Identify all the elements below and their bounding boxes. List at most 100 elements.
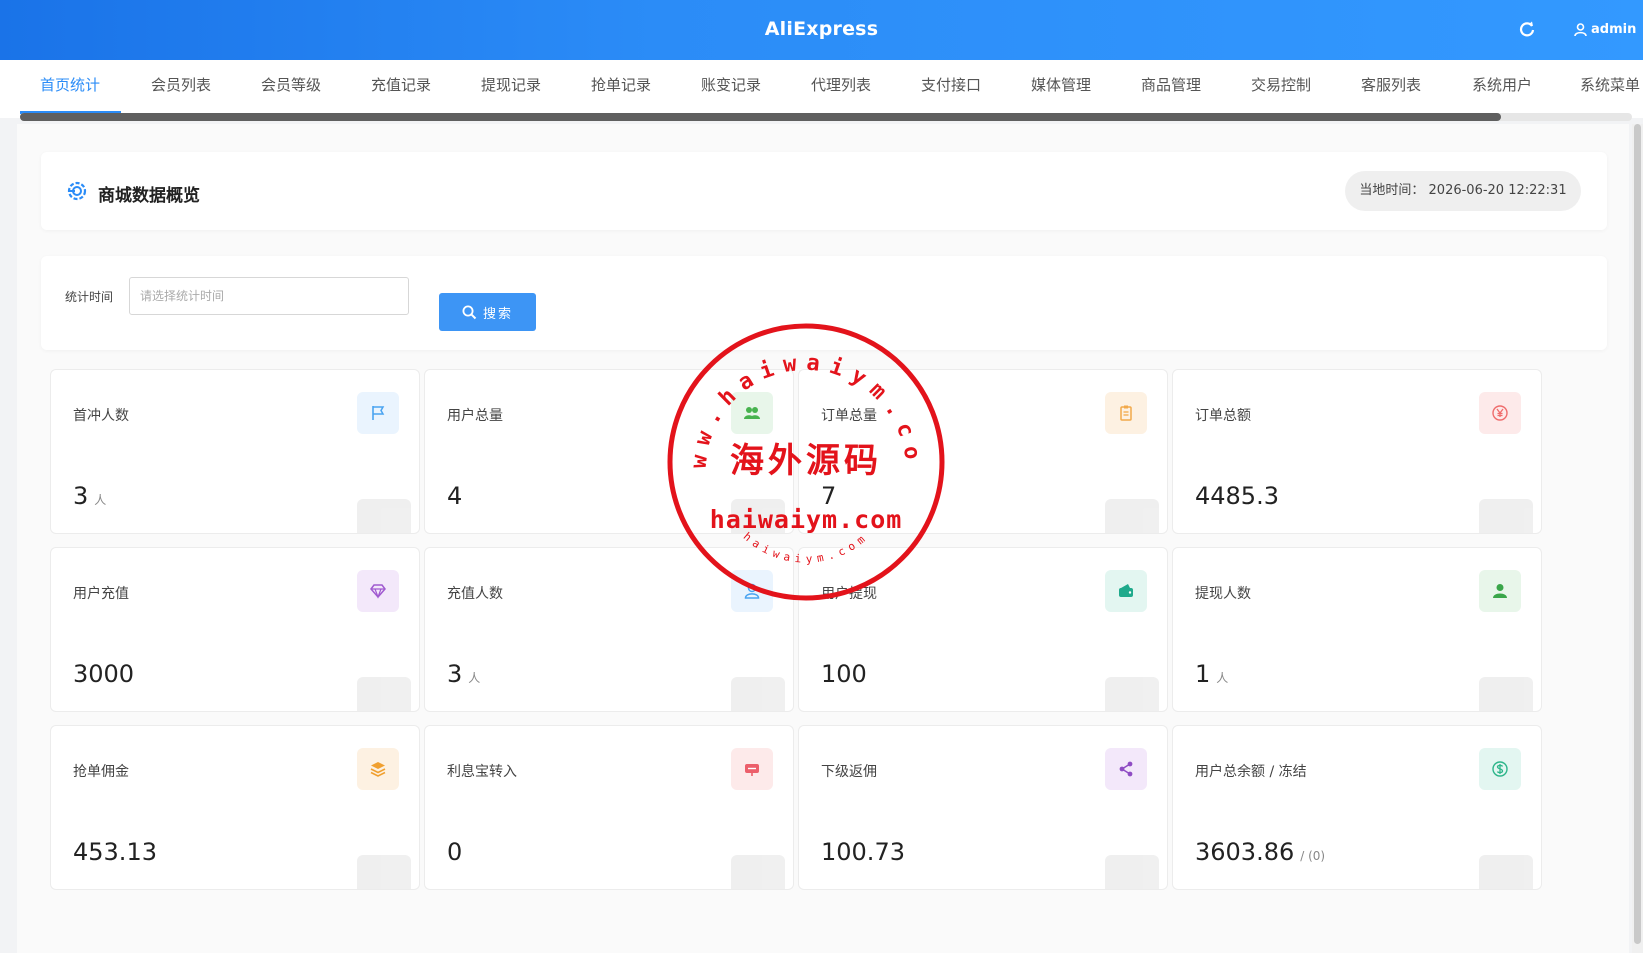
tab-7[interactable]: 账变记录 [701, 74, 761, 95]
stat-card: 提现人数 1 人 [1172, 547, 1542, 712]
layers-icon [357, 748, 399, 790]
stat-time-input[interactable] [129, 277, 409, 315]
stat-card-value: 4485.3 [1195, 482, 1279, 510]
stat-card-value-wrap: 3人 [447, 660, 480, 688]
stat-card-label: 用户充值 [73, 586, 129, 602]
transfer-icon [731, 748, 773, 790]
stamp-small-text: haiwaiym.com [741, 530, 867, 566]
tab-12[interactable]: 交易控制 [1251, 74, 1311, 95]
stat-card-value: 0 [447, 838, 463, 866]
card-ghost-icon [731, 855, 785, 889]
stat-card-value: 3 [447, 660, 463, 688]
stamp-chinese: 海外源码 [730, 441, 882, 481]
stat-card-label: 首冲人数 [73, 408, 129, 424]
person-icon [1479, 570, 1521, 612]
tabs-scrollbar[interactable] [20, 113, 1632, 121]
stat-card-value: 453.13 [73, 838, 157, 866]
stat-card-value: 3000 [73, 660, 135, 688]
stat-card-label: 用户总量 [447, 408, 503, 424]
refresh-icon[interactable] [1517, 20, 1537, 40]
vertical-scrollbar[interactable] [1632, 124, 1643, 953]
overview-panel: 商城数据概览 当地时间： 2026-06-20 12:22:31 [41, 152, 1607, 230]
card-ghost-icon [357, 677, 411, 711]
tabs-scrollbar-thumb[interactable] [20, 113, 1501, 121]
card-ghost-icon [731, 677, 785, 711]
card-ghost-icon [1105, 855, 1159, 889]
stat-card: 订单总额 4485.3 [1172, 369, 1542, 534]
stat-card: 首冲人数 3 人 [50, 369, 420, 534]
stat-card-label: 充值人数 [447, 586, 503, 602]
stat-card-value: 3603.86 [1195, 838, 1295, 866]
stat-card-value-wrap: 0 [447, 838, 468, 866]
search-button[interactable]: 搜索 [439, 293, 536, 331]
yen-icon [1479, 392, 1521, 434]
local-time-label: 当地时间： [1359, 183, 1425, 198]
stat-card-value-wrap: 100 [821, 660, 873, 688]
stat-card-label: 用户总余额 / 冻结 [1195, 764, 1307, 780]
stat-card: 利息宝转入 0 [424, 725, 794, 890]
user-icon [1574, 22, 1587, 36]
stat-card-label: 提现人数 [1195, 586, 1251, 602]
stat-card-label: 抢单佣金 [73, 764, 129, 780]
search-icon [462, 305, 477, 319]
stamp-brand: haiwaiym.com [710, 505, 903, 534]
stat-card-value-wrap: 3人 [73, 482, 106, 510]
stat-card: 下级返佣 100.73 [798, 725, 1168, 890]
stat-card-unit: 人 [468, 671, 481, 685]
wallet-icon [1105, 570, 1147, 612]
stat-card-value: 100 [821, 660, 867, 688]
tab-6[interactable]: 抢单记录 [591, 74, 651, 95]
user-menu[interactable]: admin [1574, 22, 1636, 37]
flag-icon [357, 392, 399, 434]
tab-14[interactable]: 系统用户 [1472, 74, 1532, 95]
card-ghost-icon [357, 499, 411, 533]
tab-4[interactable]: 充值记录 [371, 74, 431, 95]
card-ghost-icon [1479, 677, 1533, 711]
stat-card-label: 订单总额 [1195, 408, 1251, 424]
stat-card-unit: 人 [1216, 671, 1229, 685]
card-ghost-icon [1105, 499, 1159, 533]
stat-card-value-wrap: 100.73 [821, 838, 911, 866]
tab-1[interactable]: 首页统计 [40, 74, 100, 95]
tab-2[interactable]: 会员列表 [151, 74, 211, 95]
svg-text:haiwaiym.com: haiwaiym.com [741, 530, 872, 566]
stat-card: 用户充值 3000 [50, 547, 420, 712]
diamond-icon [357, 570, 399, 612]
top-bar: AliExpress admin [0, 0, 1643, 60]
stat-card: 用户总余额 / 冻结 3603.86 / (0) [1172, 725, 1542, 890]
tab-10[interactable]: 媒体管理 [1031, 74, 1091, 95]
card-ghost-icon [357, 855, 411, 889]
tab-9[interactable]: 支付接口 [921, 74, 981, 95]
card-ghost-icon [1105, 677, 1159, 711]
app-title: AliExpress [764, 18, 879, 40]
gear-chart-icon [65, 179, 89, 203]
stat-card-value: 4 [447, 482, 463, 510]
card-ghost-icon [1479, 855, 1533, 889]
overview-title: 商城数据概览 [98, 186, 200, 206]
stat-card-value-wrap: 453.13 [73, 838, 163, 866]
dollar-icon [1479, 748, 1521, 790]
stat-card-value: 100.73 [821, 838, 905, 866]
stat-card: 抢单佣金 453.13 [50, 725, 420, 890]
stat-card-value-wrap: 3603.86 / (0) [1195, 838, 1325, 866]
tab-5[interactable]: 提现记录 [481, 74, 541, 95]
vertical-scrollbar-thumb[interactable] [1634, 124, 1641, 944]
tab-13[interactable]: 客服列表 [1361, 74, 1421, 95]
stat-card-unit: 人 [94, 493, 107, 507]
stat-card-label: 下级返佣 [821, 764, 877, 780]
card-ghost-icon [1479, 499, 1533, 533]
stat-card-value-wrap: 4 [447, 482, 468, 510]
stat-card-value-wrap: 3000 [73, 660, 140, 688]
search-button-label: 搜索 [482, 306, 513, 322]
tab-15[interactable]: 系统菜单 [1580, 74, 1640, 95]
tab-11[interactable]: 商品管理 [1141, 74, 1201, 95]
user-name: admin [1591, 22, 1637, 37]
tab-8[interactable]: 代理列表 [811, 74, 871, 95]
stat-card-value-wrap: 4485.3 [1195, 482, 1285, 510]
share-icon [1105, 748, 1147, 790]
clipboard-icon [1105, 392, 1147, 434]
stat-card-value: 3 [73, 482, 89, 510]
nav-tabs: 首页统计 会员列表 会员等级 充值记录 提现记录 抢单记录 账变记录 代理列表 支付接口 媒体管理… [0, 60, 1643, 118]
stat-time-label: 统计时间 [65, 290, 114, 304]
tab-3[interactable]: 会员等级 [261, 74, 321, 95]
